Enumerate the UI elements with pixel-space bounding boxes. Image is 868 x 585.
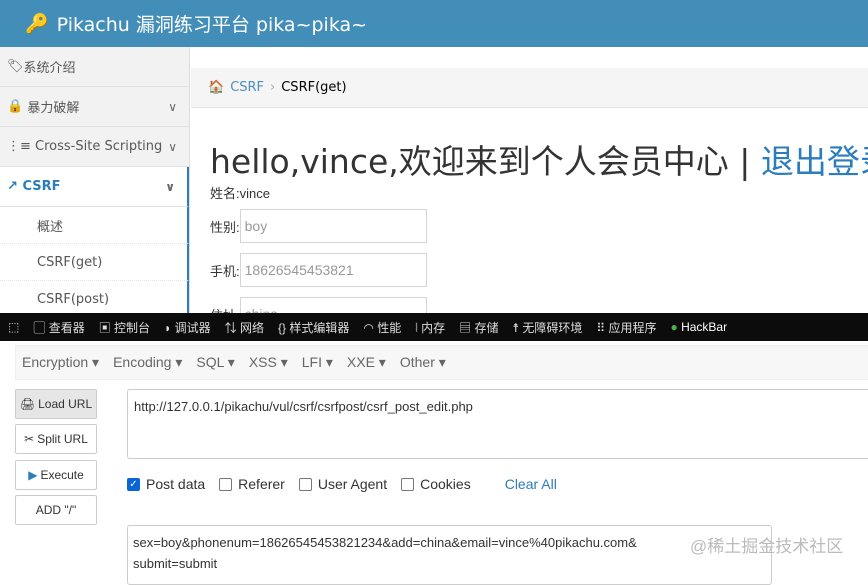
menu-encryption[interactable]: Encryption ▾ xyxy=(22,354,99,371)
tab-performance[interactable]: ◠ 性能 xyxy=(363,319,401,336)
sidebar-sub-csrf-get[interactable]: CSRF(get) xyxy=(0,244,189,281)
key-icon: 🔑 xyxy=(25,13,49,35)
chevron-down-icon: ∨ xyxy=(165,179,175,194)
tab-network[interactable]: ⇅ 网络 xyxy=(225,319,264,336)
sidebar-item-intro[interactable]: 🏷 系统介绍 xyxy=(0,47,189,87)
user-name: 姓名:vince xyxy=(210,186,270,201)
load-icon: 🖨 xyxy=(19,397,36,411)
tag-icon: 🏷 xyxy=(7,59,24,74)
sidebar: 🏷 系统介绍 🔒 暴力破解 ∨ ⋮≡ Cross-Site Scripting ∨ ↗… xyxy=(0,47,190,318)
addr-input[interactable] xyxy=(239,297,427,313)
sex-input[interactable] xyxy=(239,209,427,243)
clear-all-link[interactable]: Clear All xyxy=(505,476,557,492)
tab-memory[interactable]: ⦚ 内存 xyxy=(415,319,445,336)
post-data-checkbox[interactable]: ✓ xyxy=(127,477,140,491)
sidebar-item-csrf[interactable]: ↗ CSRF ∨ xyxy=(0,167,189,207)
tab-style-editor[interactable]: {} 样式编辑器 xyxy=(278,319,349,336)
sidebar-sub-overview[interactable]: 概述 xyxy=(0,207,189,244)
menu-sql[interactable]: SQL ▾ xyxy=(196,354,234,371)
tab-storage[interactable]: ▤ 存储 xyxy=(459,319,498,336)
chevron-down-icon: ∨ xyxy=(168,99,177,114)
menu-lfi[interactable]: LFI ▾ xyxy=(302,354,333,371)
scissors-icon: ✂ xyxy=(24,432,35,446)
phone-input[interactable] xyxy=(239,253,427,287)
sidebar-item-xss[interactable]: ⋮≡ Cross-Site Scripting ∨ xyxy=(0,127,189,167)
sidebar-item-bruteforce[interactable]: 🔒 暴力破解 ∨ xyxy=(0,87,189,127)
devtools-toolbar: ⬚ ▢ 查看器 ▣ 控制台 ◗ 调试器 ⇅ 网络 {} 样式编辑器 ◠ 性能 ⦚… xyxy=(0,313,868,341)
list-icon: ⋮≡ xyxy=(7,139,31,154)
referer-checkbox[interactable] xyxy=(219,477,233,491)
sex-row: 性别: xyxy=(210,209,427,243)
tab-debugger[interactable]: ◗ 调试器 xyxy=(164,319,211,336)
tab-hackbar[interactable]: ● HackBar xyxy=(670,320,727,334)
post-data-input[interactable]: sex=boy&phonenum=18626545453821234&add=c… xyxy=(127,525,772,585)
cookies-checkbox[interactable] xyxy=(401,477,415,491)
load-url-button[interactable]: 🖨 Load URL xyxy=(15,389,97,419)
app-title: Pikachu 漏洞练习平台 pika~pika~ xyxy=(56,14,368,36)
add-slash-button[interactable]: ADD "/" xyxy=(15,495,97,525)
picker-icon[interactable]: ⬚ xyxy=(8,320,19,334)
tab-inspector[interactable]: ▢ 查看器 xyxy=(33,319,84,336)
chevron-down-icon: ∨ xyxy=(168,139,177,154)
tab-application[interactable]: ⠿ 应用程序 xyxy=(596,319,656,336)
execute-button[interactable]: ▶ Execute xyxy=(15,460,97,490)
app-header: 🔑 Pikachu 漏洞练习平台 pika~pika~ xyxy=(0,0,868,47)
breadcrumb-current: CSRF(get) xyxy=(281,80,347,95)
home-icon[interactable]: 🏠 xyxy=(208,80,224,95)
tab-accessibility[interactable]: ☨ 无障碍环境 xyxy=(512,319,582,336)
share-icon: ↗ xyxy=(7,179,18,194)
main-content: 🏠 CSRF › CSRF(get) hello,vince,欢迎来到个人会员中心 |… xyxy=(191,47,868,313)
tab-console[interactable]: ▣ 控制台 xyxy=(99,319,150,336)
menu-xxe[interactable]: XXE ▾ xyxy=(347,354,386,371)
play-icon: ▶ xyxy=(28,468,38,482)
phone-row: 手机: xyxy=(210,253,427,287)
menu-encoding[interactable]: Encoding ▾ xyxy=(113,354,182,371)
split-url-button[interactable]: ✂ Split URL xyxy=(15,424,97,454)
logout-link[interactable]: 退出登录 xyxy=(761,142,868,181)
addr-row: 住址: xyxy=(210,297,427,313)
breadcrumb: 🏠 CSRF › CSRF(get) xyxy=(191,68,868,108)
menu-xss[interactable]: XSS ▾ xyxy=(249,354,288,371)
lock-icon: 🔒 xyxy=(7,99,24,114)
breadcrumb-csrf[interactable]: CSRF xyxy=(230,80,264,95)
options-row: ✓ Post data Referer User Agent Cookies Cl… xyxy=(127,476,557,492)
hackbar-menu: Encryption ▾ Encoding ▾ SQL ▾ XSS ▾ LFI … xyxy=(15,345,868,380)
menu-other[interactable]: Other ▾ xyxy=(400,354,446,371)
user-agent-checkbox[interactable] xyxy=(298,477,312,491)
url-input[interactable]: http://127.0.0.1/pikachu/vul/csrf/csrfpo… xyxy=(127,389,868,459)
watermark: @稀土掘金技术社区 xyxy=(690,537,844,556)
page-title: hello,vince,欢迎来到个人会员中心 | 退出登录 xyxy=(210,135,868,183)
